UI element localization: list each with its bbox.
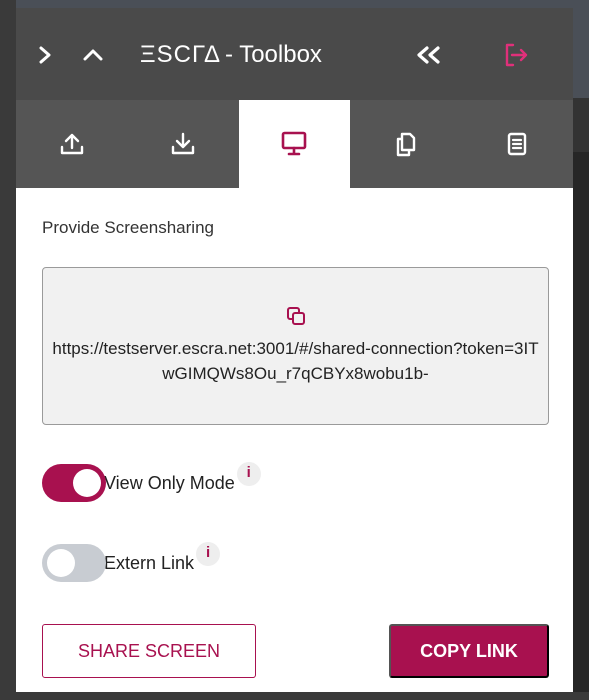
copy-link-button[interactable]: COPY LINK [389, 624, 549, 678]
screenshare-content: Provide Screensharing https://testserver… [16, 188, 573, 692]
toggle-knob [73, 469, 101, 497]
tab-download[interactable] [127, 100, 238, 188]
background-top [0, 0, 589, 8]
chevron-up-icon[interactable] [78, 38, 108, 72]
info-icon[interactable]: i [236, 462, 261, 486]
notes-icon [508, 132, 527, 156]
toolbox-header: ΞSCΓΔ - Toolbox [16, 8, 573, 100]
tab-upload[interactable] [16, 100, 127, 188]
toolbox-tabs [16, 100, 573, 188]
upload-icon [60, 133, 83, 155]
brand-logo-text: ΞSCΓΔ [140, 41, 221, 68]
tab-documents[interactable] [350, 100, 461, 188]
monitor-icon [282, 131, 307, 156]
background-bottom [0, 692, 589, 700]
info-icon[interactable]: i [196, 542, 221, 566]
toggle-row-extern-link: Extern Link i [42, 542, 221, 582]
share-link-box[interactable]: https://testserver.escra.net:3001/#/shar… [42, 267, 549, 425]
background-right-strip [573, 152, 589, 700]
toggle-row-view-only: View Only Mode i [42, 462, 261, 502]
background-left [0, 0, 16, 700]
share-screen-button[interactable]: SHARE SCREEN [42, 624, 256, 678]
tab-screenshare[interactable] [238, 100, 351, 188]
double-chevron-left-icon[interactable] [410, 38, 448, 72]
brand-logo: ΞSCΓΔ - Toolbox [140, 38, 322, 72]
section-title: Provide Screensharing [42, 218, 214, 237]
toolbox-panel: ΞSCΓΔ - Toolbox Provide Screensharing ht… [16, 8, 573, 692]
chevron-right-icon[interactable] [30, 38, 60, 72]
copy-icon[interactable] [285, 305, 307, 327]
download-icon [171, 132, 195, 155]
extern-link-label: Extern Link [104, 552, 195, 573]
brand-title: - Toolbox [224, 41, 322, 68]
tab-notes[interactable] [462, 100, 573, 188]
toggle-knob [47, 549, 75, 577]
logout-icon[interactable] [499, 38, 533, 72]
copy-documents-icon [396, 132, 416, 157]
extern-link-toggle[interactable] [42, 544, 106, 582]
share-link-text: https://testserver.escra.net:3001/#/shar… [52, 339, 539, 383]
view-only-label: View Only Mode [104, 472, 235, 493]
view-only-toggle[interactable] [42, 464, 106, 502]
background-right-top [573, 8, 589, 98]
